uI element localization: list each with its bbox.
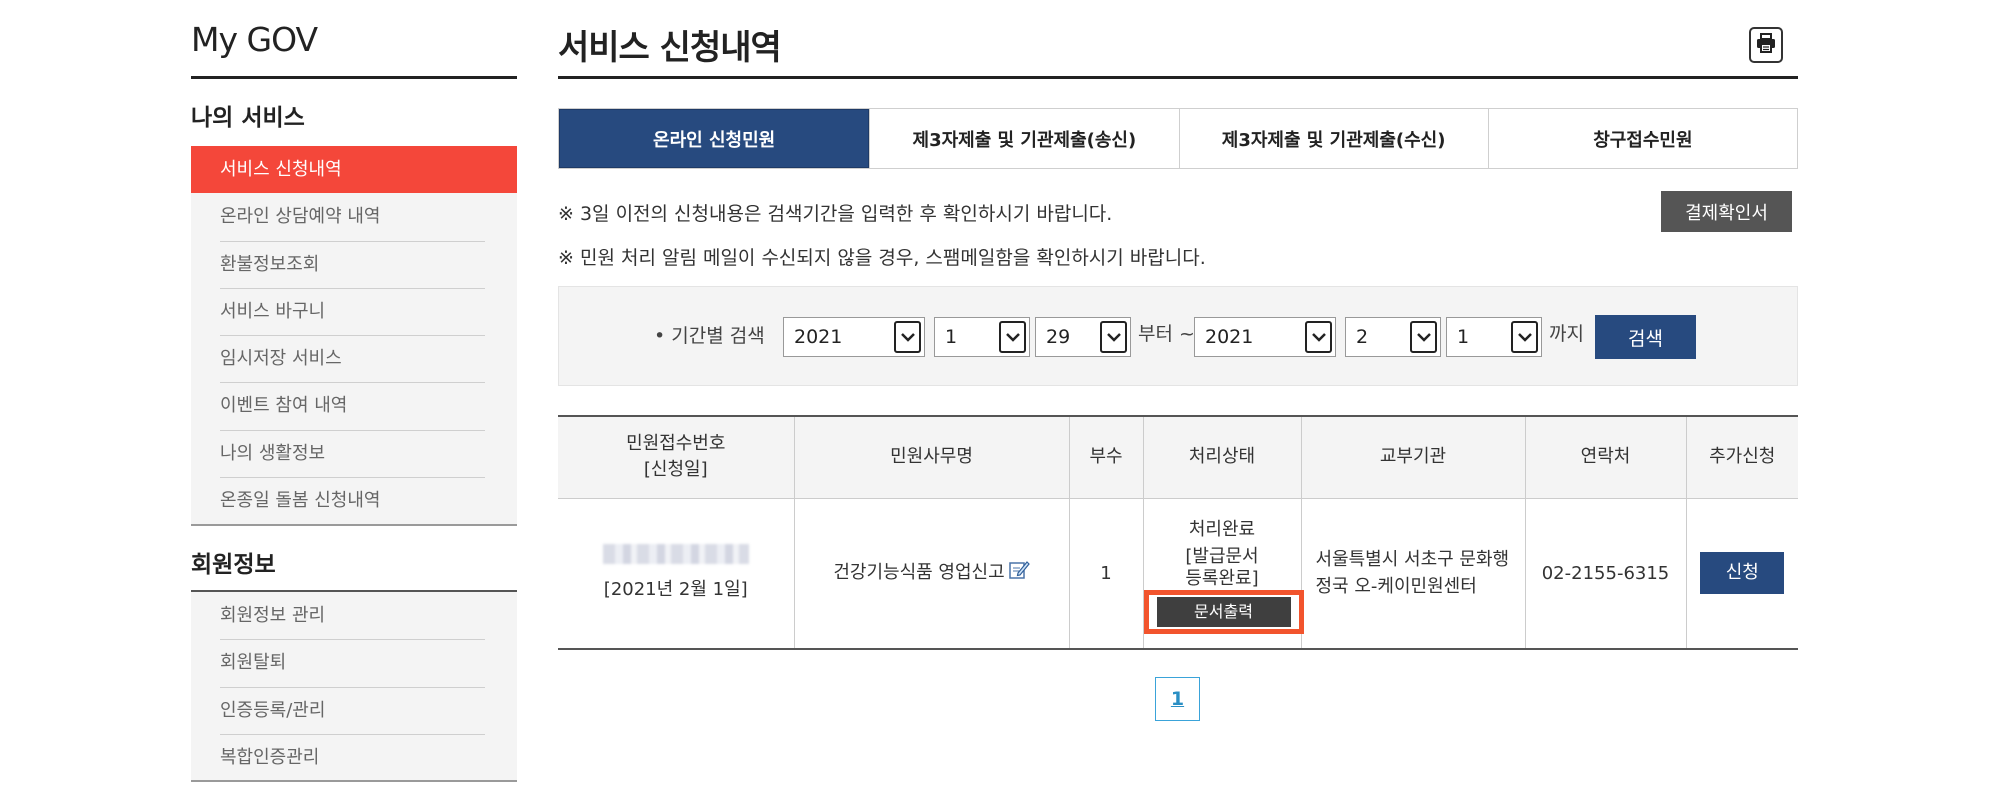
from-text: 부터 ~: [1138, 323, 1195, 345]
notice-spam-mail: ※ 민원 처리 알림 메일이 수신되지 않을 경우, 스팸메일함을 확인하시기 …: [558, 247, 1206, 269]
header-application-date-label: [신청일]: [643, 459, 708, 481]
sidebar-item-event-participation[interactable]: 이벤트 참여 내역: [191, 382, 517, 429]
sidebar-item-online-consultation[interactable]: 온라인 상담예약 내역: [191, 193, 517, 240]
sidebar-item-service-applications[interactable]: 서비스 신청내역: [191, 146, 517, 194]
table-header-row: 민원접수번호 [신청일] 민원사무명 부수 처리상태 교부기관 연락처 추가신청: [558, 415, 1798, 499]
brand-title: My GOV: [191, 20, 318, 59]
search-button[interactable]: 검색: [1595, 315, 1696, 359]
page-title: 서비스 신청내역: [558, 28, 782, 68]
sidebar-item-multi-auth[interactable]: 복합인증관리: [191, 733, 517, 781]
cell-status: 처리완료 [발급문서 등록완료] 문서출력: [1142, 498, 1304, 650]
header-status: 처리상태: [1142, 415, 1301, 499]
brand-divider: [191, 76, 517, 79]
print-document-highlight: 문서출력: [1143, 590, 1304, 635]
to-day-select[interactable]: 1: [1446, 317, 1542, 357]
service-name-link[interactable]: 건강기능식품 영업신고: [833, 562, 1004, 583]
tab-third-party-receive[interactable]: 제3자제출 및 기관제출(수신): [1178, 109, 1488, 168]
header-additional-apply: 추가신청: [1685, 415, 1798, 499]
application-date: [2021년 2월 1일]: [603, 578, 748, 600]
redacted-receipt-number: [602, 543, 749, 564]
period-search-label: • 기간별 검색: [654, 325, 765, 347]
header-issuing-agency: 교부기관: [1300, 415, 1525, 499]
to-text: 까지: [1549, 323, 1584, 345]
from-day-value: 29: [1046, 326, 1071, 348]
sidebar-item-service-basket[interactable]: 서비스 바구니: [191, 287, 517, 335]
payment-receipt-button[interactable]: 결제확인서: [1661, 191, 1792, 232]
cell-copies: 1: [1068, 498, 1143, 650]
sidebar-item-auth-register[interactable]: 인증등록/관리: [191, 686, 517, 734]
from-year-value: 2021: [794, 326, 843, 348]
tab-counter-application[interactable]: 창구접수민원: [1487, 109, 1797, 168]
to-year-select[interactable]: 2021: [1194, 317, 1336, 357]
section-title-my-services: 나의 서비스: [191, 105, 305, 131]
printer-icon: [1755, 32, 1777, 58]
sidebar-item-refund-info[interactable]: 환불정보조회: [191, 240, 517, 288]
cell-receipt-number: [2021년 2월 1일]: [558, 498, 794, 650]
print-document-button[interactable]: 문서출력: [1151, 597, 1296, 628]
chevron-down-icon: [1410, 321, 1437, 353]
status-complete: 처리완료: [1188, 519, 1256, 541]
sidebar-item-temp-saved[interactable]: 임시저장 서비스: [191, 335, 517, 382]
to-month-select[interactable]: 2: [1345, 317, 1441, 357]
table-row: [2021년 2월 1일] 건강기능식품 영업신고 1 처리완료 [발급문서 등…: [558, 498, 1798, 650]
cell-additional-apply: 신청: [1685, 498, 1798, 650]
section-title-member-info: 회원정보: [191, 552, 276, 578]
application-table: 민원접수번호 [신청일] 민원사무명 부수 처리상태 교부기관 연락처 추가신청…: [558, 415, 1798, 650]
title-divider: [558, 76, 1798, 79]
menu-divider: [191, 524, 517, 526]
to-month-value: 2: [1356, 326, 1369, 348]
from-day-select[interactable]: 29: [1035, 317, 1131, 357]
from-month-select[interactable]: 1: [934, 317, 1030, 357]
to-day-value: 1: [1457, 326, 1470, 348]
status-wrapper: 처리완료 [발급문서 등록완료] 문서출력: [1143, 512, 1304, 635]
sidebar-item-withdraw[interactable]: 회원탈퇴: [191, 639, 517, 686]
menu-bottom-divider: [191, 780, 517, 782]
header-copies: 부수: [1068, 415, 1143, 499]
edit-document-icon[interactable]: [1008, 558, 1030, 588]
chevron-down-icon: [999, 321, 1026, 353]
to-year-value: 2021: [1205, 326, 1254, 348]
notice-search-period: ※ 3일 이전의 신청내용은 검색기간을 입력한 후 확인하시기 바랍니다.: [558, 203, 1113, 225]
print-button[interactable]: [1749, 27, 1783, 63]
sidebar-item-all-day-care[interactable]: 온종일 돌봄 신청내역: [191, 477, 517, 524]
header-contact: 연락처: [1524, 415, 1686, 499]
pagination-page-1[interactable]: 1: [1155, 677, 1200, 721]
cell-issuing-agency: 서울특별시 서초구 문화행정국 오-케이민원센터: [1300, 498, 1525, 650]
cell-service-name: 건강기능식품 영업신고: [793, 498, 1069, 650]
application-tabs: 온라인 신청민원 제3자제출 및 기관제출(송신) 제3자제출 및 기관제출(수…: [558, 108, 1798, 169]
header-service-name: 민원사무명: [793, 415, 1069, 499]
chevron-down-icon: [1100, 321, 1127, 353]
header-receipt-number: 민원접수번호 [신청일]: [558, 415, 794, 499]
sidebar-item-member-manage[interactable]: 회원정보 관리: [191, 592, 517, 639]
sidebar-item-life-info[interactable]: 나의 생활정보: [191, 429, 517, 477]
from-year-select[interactable]: 2021: [783, 317, 925, 357]
my-services-menu: 서비스 신청내역 온라인 상담예약 내역 환불정보조회 서비스 바구니 임시저장…: [191, 146, 517, 525]
status-doc-issued-line2: 등록완료]: [1185, 568, 1259, 590]
chevron-down-icon: [1305, 321, 1332, 353]
status-doc-issued-line1: [발급문서: [1185, 546, 1259, 568]
period-search-box: • 기간별 검색 2021 1 29 부터 ~ 2021 2 1 까지 검색: [558, 286, 1798, 386]
tab-online-application[interactable]: 온라인 신청민원: [559, 109, 870, 168]
from-month-value: 1: [945, 326, 958, 348]
header-receipt-number-label: 민원접수번호: [626, 433, 726, 455]
apply-button[interactable]: 신청: [1700, 552, 1785, 595]
cell-contact: 02-2155-6315: [1524, 498, 1686, 650]
chevron-down-icon: [1511, 321, 1538, 353]
tab-third-party-send[interactable]: 제3자제출 및 기관제출(송신): [869, 109, 1179, 168]
chevron-down-icon: [894, 321, 921, 353]
member-info-menu: 회원정보 관리 회원탈퇴 인증등록/관리 복합인증관리: [191, 592, 517, 782]
